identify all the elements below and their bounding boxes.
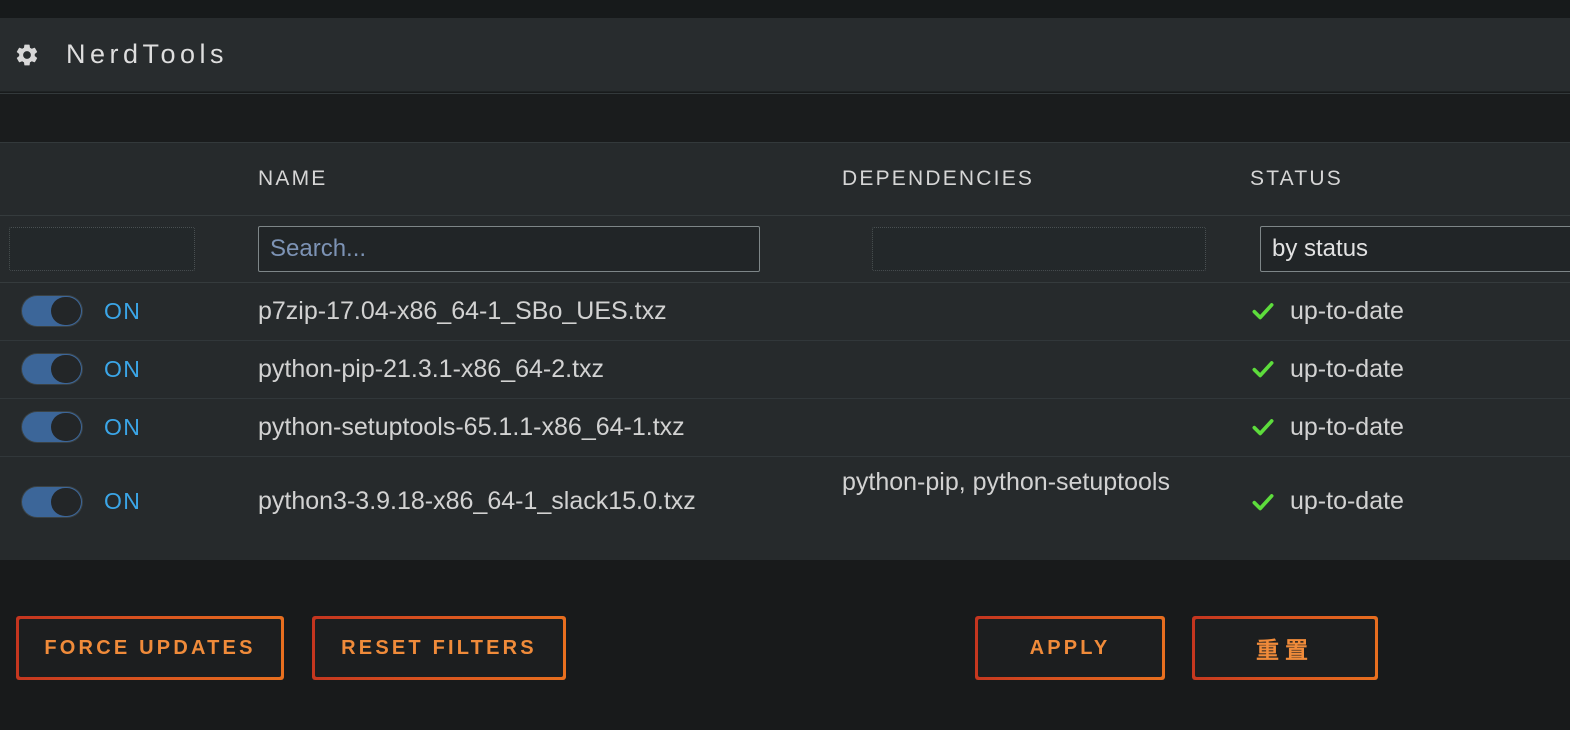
row-status-cell: up-to-date (1250, 355, 1570, 384)
row-name-cell: python3-3.9.18-x86_64-1_slack15.0.txz (258, 487, 696, 515)
filter-cell-name: Search... (258, 226, 842, 272)
top-strip (0, 0, 1570, 18)
row-dependencies-cell (842, 350, 1250, 389)
enable-toggle[interactable] (22, 354, 82, 384)
row-toggle-cell: ON (0, 354, 258, 384)
row-status-cell: up-to-date (1250, 413, 1570, 442)
table-row[interactable]: ON p7zip-17.04-x86_64-1_SBo_UES.txz up-t… (0, 283, 1570, 340)
filter-cell-toggle (0, 227, 258, 271)
toggle-state-label: ON (104, 355, 142, 382)
reset-filters-button[interactable]: RESET FILTERS (312, 616, 566, 680)
toggle-knob (51, 355, 81, 383)
app-header: NerdTools (0, 18, 1570, 92)
dependencies-filter-input[interactable] (872, 227, 1206, 271)
nerdtools-window: NerdTools NAME DEPENDENCIES STATUS Searc… (0, 0, 1570, 730)
status-badge: up-to-date (1290, 296, 1404, 325)
status-badge: up-to-date (1290, 487, 1404, 515)
row-toggle-cell: ON (0, 486, 258, 517)
toggle-state-label: ON (104, 488, 142, 514)
reset-button-cn[interactable]: 重置 (1192, 616, 1378, 680)
column-header-name[interactable]: NAME (258, 167, 842, 191)
toggle-knob (51, 413, 81, 441)
row-name-cell: python-pip-21.3.1-x86_64-2.txz (258, 354, 605, 383)
check-icon (1250, 489, 1276, 515)
filter-cell-status: by status (1250, 226, 1570, 272)
enable-toggle[interactable] (22, 412, 82, 442)
table-row[interactable]: ON python-setuptools-65.1.1-x86_64-1.txz… (0, 399, 1570, 456)
gear-icon (14, 42, 40, 68)
enable-toggle[interactable] (22, 486, 82, 517)
status-filter-input[interactable]: by status (1260, 226, 1570, 272)
status-badge: up-to-date (1290, 354, 1404, 383)
filter-cell-dependencies (842, 227, 1250, 271)
check-icon (1250, 298, 1276, 324)
search-input[interactable]: Search... (258, 226, 760, 272)
row-dependencies-cell: python-pip, python-setuptools (842, 467, 1170, 496)
check-icon (1250, 356, 1276, 382)
force-updates-button[interactable]: FORCE UPDATES (16, 616, 284, 680)
row-toggle-cell: ON (0, 412, 258, 442)
row-status-cell: up-to-date (1250, 487, 1570, 516)
table-header-row: NAME DEPENDENCIES STATUS (0, 143, 1570, 215)
toggle-state-label: ON (104, 413, 142, 440)
table-row[interactable]: ON python3-3.9.18-x86_64-1_slack15.0.txz… (0, 457, 1570, 547)
toggle-state-label: ON (104, 297, 142, 324)
toggle-knob (51, 487, 81, 516)
toolbar-strip (0, 93, 1570, 143)
app-title: NerdTools (66, 39, 229, 69)
toggle-filter-input[interactable] (9, 227, 195, 271)
packages-table: NAME DEPENDENCIES STATUS Search... by st… (0, 143, 1570, 560)
status-badge: up-to-date (1290, 412, 1404, 441)
row-dependencies-cell (842, 292, 1250, 331)
apply-button[interactable]: APPLY (975, 616, 1165, 680)
row-toggle-cell: ON (0, 296, 258, 326)
row-name-cell: python-setuptools-65.1.1-x86_64-1.txz (258, 412, 685, 441)
table-row[interactable]: ON python-pip-21.3.1-x86_64-2.txz up-to-… (0, 341, 1570, 398)
toggle-knob (51, 297, 81, 325)
check-icon (1250, 414, 1276, 440)
table-filter-row: Search... by status (0, 215, 1570, 283)
enable-toggle[interactable] (22, 296, 82, 326)
column-header-status[interactable]: STATUS (1250, 167, 1570, 191)
column-header-dependencies[interactable]: DEPENDENCIES (842, 167, 1250, 191)
row-name-cell: p7zip-17.04-x86_64-1_SBo_UES.txz (258, 296, 667, 325)
row-status-cell: up-to-date (1250, 297, 1570, 326)
footer-actions: FORCE UPDATES RESET FILTERS APPLY 重置 (0, 560, 1570, 730)
row-dependencies-cell (842, 408, 1250, 447)
